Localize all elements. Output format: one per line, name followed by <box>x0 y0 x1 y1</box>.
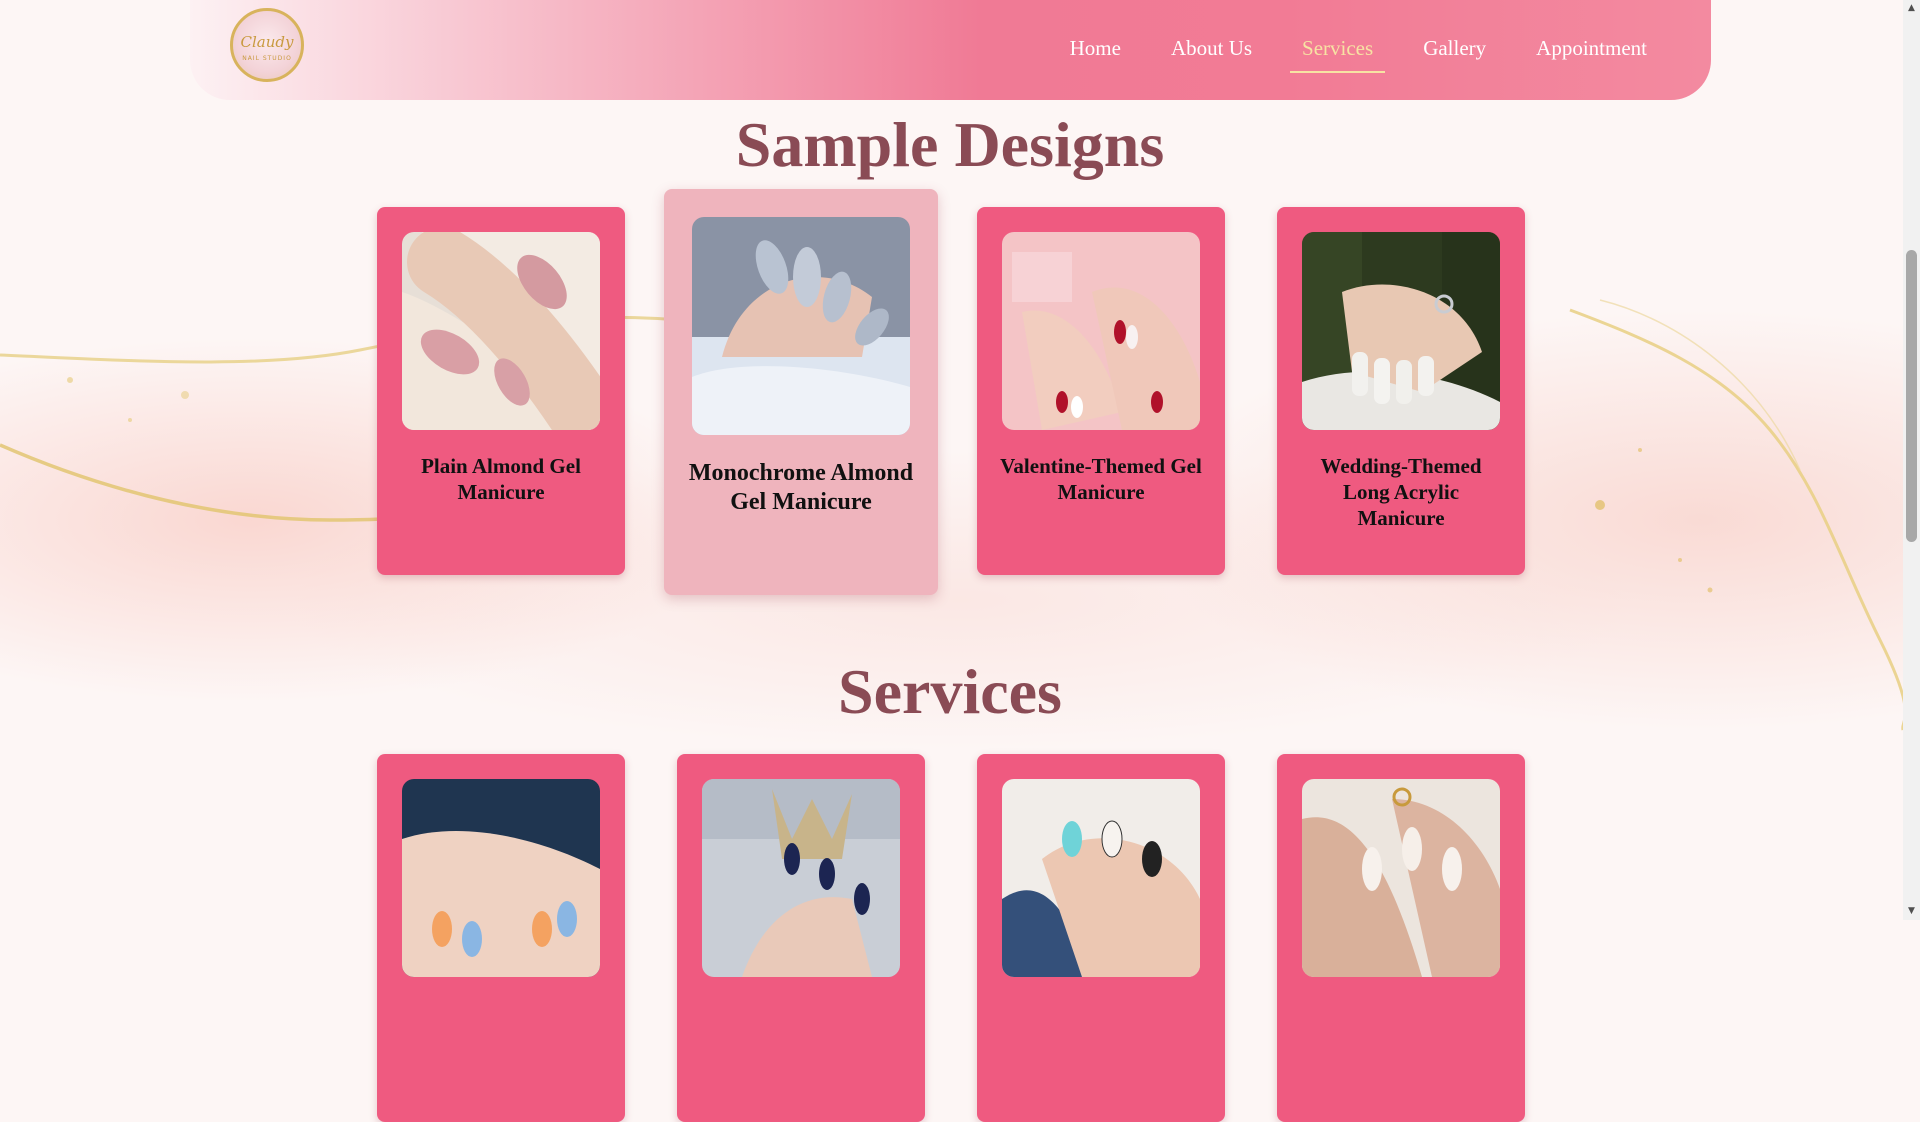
design-caption: Monochrome Almond Gel Manicure <box>688 460 914 515</box>
design-card-plain-almond[interactable]: Plain Almond Gel Manicure <box>377 207 625 575</box>
design-card-valentine[interactable]: Valentine-Themed Gel Manicure <box>977 207 1225 575</box>
design-caption: Wedding-Themed Long Acrylic Manicure <box>1320 454 1482 530</box>
design-card-monochrome-almond[interactable]: Monochrome Almond Gel Manicure <box>664 189 938 595</box>
scrollbar-thumb[interactable] <box>1906 250 1917 542</box>
service-photo <box>1002 779 1200 977</box>
scroll-up-arrow-icon[interactable]: ▲ <box>1905 2 1918 14</box>
main-nav: Home About Us Services Gallery Appointme… <box>1032 32 1659 73</box>
design-photo <box>1002 232 1200 430</box>
brand-logo[interactable]: Claudy NAIL STUDIO <box>230 8 304 82</box>
design-photo <box>692 217 910 435</box>
design-caption: Valentine-Themed Gel Manicure <box>1000 454 1202 504</box>
service-card[interactable] <box>677 754 925 1122</box>
service-card[interactable] <box>1277 754 1525 1122</box>
service-photo <box>1302 779 1500 977</box>
service-photo <box>702 779 900 977</box>
design-photo <box>402 232 600 430</box>
site-header: Claudy NAIL STUDIO Home About Us Service… <box>190 0 1711 100</box>
nav-gallery[interactable]: Gallery <box>1411 32 1498 73</box>
nav-about-us[interactable]: About Us <box>1159 32 1264 73</box>
logo-subtext: NAIL STUDIO <box>242 55 292 62</box>
sample-designs-heading: Sample Designs <box>735 109 1165 180</box>
design-caption: Plain Almond Gel Manicure <box>421 454 581 504</box>
nav-services[interactable]: Services <box>1290 32 1386 73</box>
scroll-down-arrow-icon[interactable]: ▼ <box>1905 905 1918 917</box>
logo-script-text: Claudy <box>240 33 294 51</box>
design-photo <box>1302 232 1500 430</box>
nav-appointment[interactable]: Appointment <box>1524 32 1659 73</box>
service-photo <box>402 779 600 977</box>
nav-home[interactable]: Home <box>1058 32 1133 73</box>
service-card[interactable] <box>377 754 625 1122</box>
services-heading: Services <box>838 656 1062 727</box>
service-card[interactable] <box>977 754 1225 1122</box>
design-card-wedding[interactable]: Wedding-Themed Long Acrylic Manicure <box>1277 207 1525 575</box>
